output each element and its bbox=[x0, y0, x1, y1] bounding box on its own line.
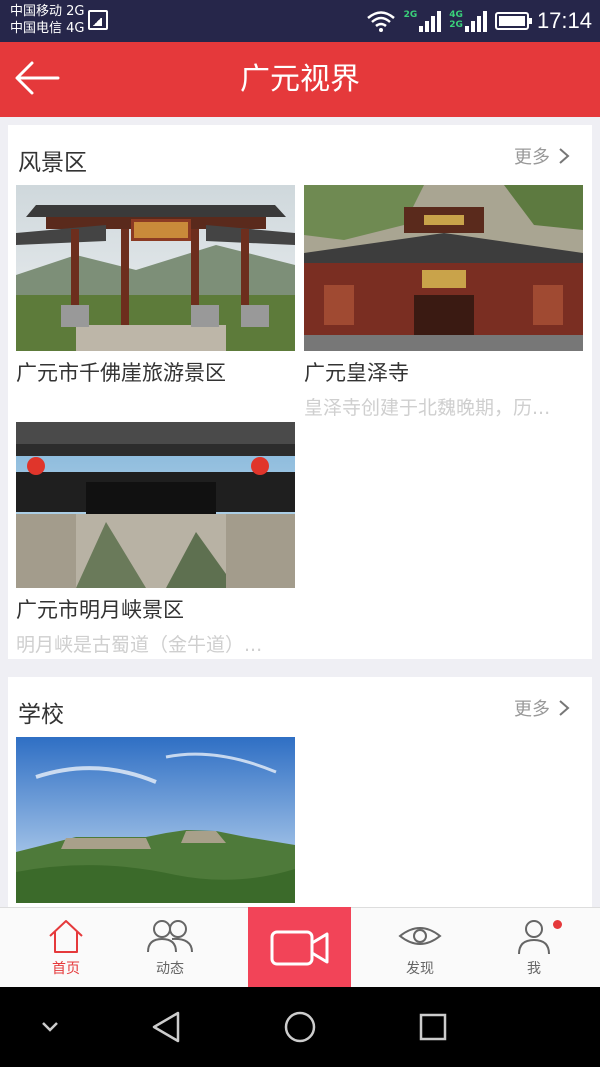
card-image bbox=[16, 737, 295, 903]
network-badge-b1: 4G bbox=[449, 10, 463, 20]
tab-home[interactable]: 首页 bbox=[6, 908, 126, 988]
network-badge-a: 2G bbox=[403, 10, 418, 20]
more-label: 更多 bbox=[514, 699, 550, 720]
people-icon bbox=[147, 920, 193, 953]
card-title: 广元皇泽寺 bbox=[304, 361, 409, 385]
tab-label: 首页 bbox=[52, 961, 80, 977]
wifi-icon bbox=[366, 11, 395, 32]
signal-2: 4G 2G bbox=[449, 10, 487, 32]
more-label: 更多 bbox=[514, 147, 550, 168]
eye-icon bbox=[398, 927, 442, 945]
signal-1: 2G bbox=[404, 10, 442, 32]
main-content[interactable]: 风景区 更多 广元市千佛崖旅游景区 广元皇泽寺 皇泽寺创建于北魏晚期，历... … bbox=[0, 117, 600, 907]
clock: 17:14 bbox=[536, 8, 592, 33]
image-notification-icon bbox=[88, 10, 108, 30]
signal-bars-icon bbox=[464, 10, 487, 32]
section-scenic: 风景区 更多 广元市千佛崖旅游景区 广元皇泽寺 皇泽寺创建于北魏晚期，历... … bbox=[8, 125, 592, 659]
scenic-card[interactable]: 广元市千佛崖旅游景区 bbox=[16, 185, 295, 387]
tab-me[interactable]: 我 bbox=[474, 908, 594, 988]
section-school: 学校 更多 bbox=[8, 677, 592, 907]
back-arrow-icon[interactable] bbox=[14, 58, 60, 98]
card-title: 广元市明月峡景区 bbox=[16, 598, 184, 622]
home-icon bbox=[49, 920, 83, 953]
app-header: 广元视界 bbox=[0, 42, 600, 117]
page-title: 广元视界 bbox=[240, 62, 360, 97]
card-image bbox=[16, 422, 295, 588]
nav-recents-icon[interactable] bbox=[418, 1007, 448, 1047]
battery-icon bbox=[494, 12, 532, 30]
section-title: 学校 bbox=[18, 702, 64, 728]
carrier-2: 中国电信 4G bbox=[10, 21, 85, 36]
chevron-right-icon bbox=[559, 700, 570, 716]
tab-record-video[interactable] bbox=[248, 907, 351, 988]
card-image bbox=[16, 185, 295, 351]
tab-label: 动态 bbox=[156, 961, 184, 977]
bottom-tab-bar: 首页 动态 发现 我 bbox=[0, 907, 600, 988]
chevron-right-icon bbox=[559, 148, 570, 164]
notification-dot bbox=[553, 920, 562, 929]
status-bar: 中国移动 2G 中国电信 4G 2G 4G 2G 17:14 bbox=[0, 0, 600, 42]
chevron-down-icon[interactable] bbox=[38, 1007, 62, 1047]
carrier-info: 中国移动 2G 中国电信 4G bbox=[10, 3, 84, 37]
card-description: 皇泽寺创建于北魏晚期，历... bbox=[304, 397, 551, 419]
nav-back-icon[interactable] bbox=[150, 1007, 184, 1047]
video-camera-icon bbox=[270, 930, 329, 966]
tab-label: 我 bbox=[527, 961, 541, 977]
user-icon bbox=[518, 920, 550, 955]
status-icons: 2G 4G 2G 17:14 bbox=[366, 0, 592, 42]
card-description: 明月峡是古蜀道（金牛道）... bbox=[16, 634, 263, 656]
carrier-1: 中国移动 2G bbox=[10, 4, 85, 19]
scenic-card[interactable]: 广元市明月峡景区 明月峡是古蜀道（金牛道）... bbox=[16, 422, 295, 657]
tab-label: 发现 bbox=[406, 961, 434, 977]
school-card[interactable] bbox=[16, 737, 295, 903]
scenic-card[interactable]: 广元皇泽寺 皇泽寺创建于北魏晚期，历... bbox=[304, 185, 583, 420]
tab-discover[interactable]: 发现 bbox=[360, 908, 480, 988]
section-title: 风景区 bbox=[18, 150, 87, 176]
nav-home-icon[interactable] bbox=[282, 1007, 318, 1047]
more-link[interactable]: 更多 bbox=[514, 143, 570, 169]
system-nav-bar bbox=[0, 987, 600, 1067]
signal-bars-icon bbox=[419, 10, 442, 32]
card-title: 广元市千佛崖旅游景区 bbox=[16, 361, 226, 385]
network-badge-b2: 2G bbox=[449, 20, 463, 30]
tab-feed[interactable]: 动态 bbox=[110, 908, 230, 988]
more-link[interactable]: 更多 bbox=[514, 695, 570, 721]
card-image bbox=[304, 185, 583, 351]
